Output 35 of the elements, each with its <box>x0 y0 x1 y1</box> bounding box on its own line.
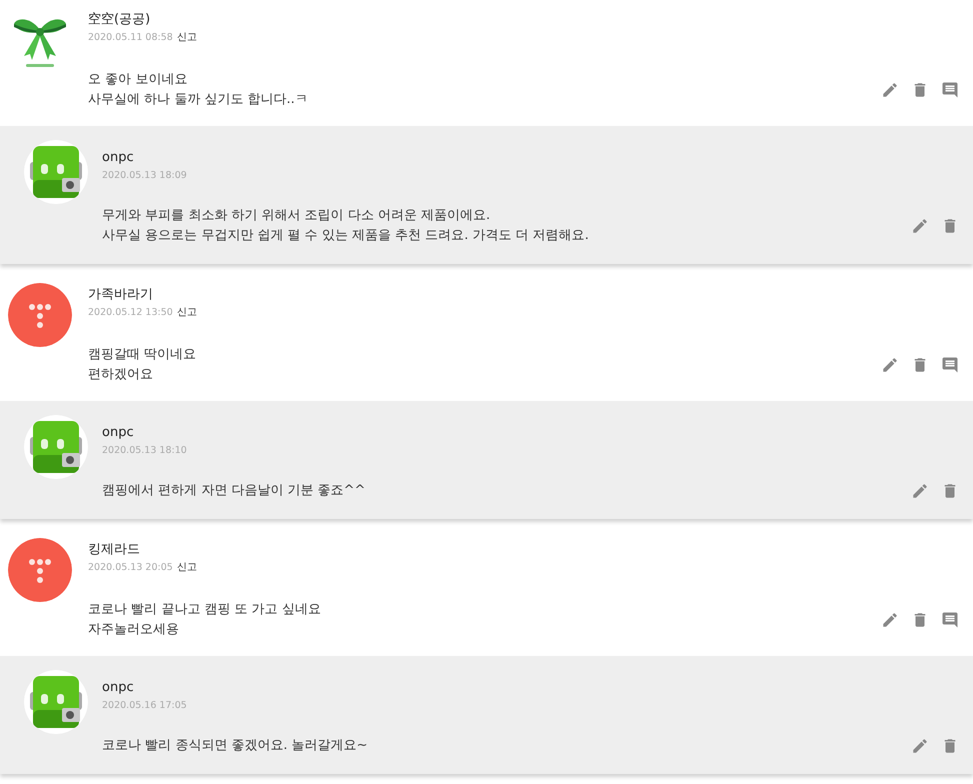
edit-button[interactable] <box>881 81 899 99</box>
robot-avatar <box>24 670 88 734</box>
comment-text: 무게와 부피를 최소화 하기 위해서 조립이 다소 어려운 제품이에요. 사무실 용으로는 무겁지만 쉽게 펼 수 있는 제품을 추천 드려요. 가격도 더 저렴해요. <box>102 207 590 245</box>
comment-text: 코로나 빨리 끝나고 캠핑 또 가고 싶네요 자주놀러오세용 <box>88 601 322 639</box>
report-link[interactable]: 신고 <box>176 30 197 46</box>
author-name: onpc <box>102 679 134 697</box>
author-name: onpc <box>102 149 134 167</box>
comment-date: 2020.05.13 20:05 <box>88 561 173 575</box>
reply-button[interactable] <box>941 356 959 374</box>
comment-date: 2020.05.12 13:50 <box>88 306 173 320</box>
edit-button[interactable] <box>911 482 929 500</box>
comment-text: 캠핑갈때 딱이네요 편하겠어요 <box>88 346 198 384</box>
comment-date: 2020.05.16 17:05 <box>102 699 187 713</box>
comment-text: 캠핑에서 편하게 자면 다음날이 기분 좋죠^^ <box>102 482 366 500</box>
report-link[interactable]: 신고 <box>176 305 197 321</box>
edit-button[interactable] <box>911 217 929 235</box>
report-link[interactable]: 신고 <box>176 560 197 576</box>
robot-avatar <box>24 140 88 204</box>
author-name: 가족바라기 <box>88 286 153 304</box>
dots-avatar <box>8 538 72 602</box>
reply-button[interactable] <box>941 81 959 99</box>
edit-button[interactable] <box>881 611 899 629</box>
author-name: onpc <box>102 424 134 442</box>
comment-date: 2020.05.13 18:09 <box>102 169 187 183</box>
edit-button[interactable] <box>911 737 929 755</box>
comment-date: 2020.05.13 18:10 <box>102 444 187 458</box>
reply-button[interactable] <box>941 611 959 629</box>
comment-date: 2020.05.11 08:58 <box>88 31 173 45</box>
edit-button[interactable] <box>881 356 899 374</box>
comment-text: 코로나 빨리 종식되면 좋겠어요. 놀러갈게요~ <box>102 737 369 755</box>
dots-avatar <box>8 283 72 347</box>
author-name: 킹제라드 <box>88 541 140 559</box>
robot-avatar <box>24 415 88 479</box>
author-name: 空空(공공) <box>88 11 150 29</box>
comment-text: 오 좋아 보이네요 사무실에 하나 둘까 싶기도 합니다..ㅋ <box>88 71 309 109</box>
